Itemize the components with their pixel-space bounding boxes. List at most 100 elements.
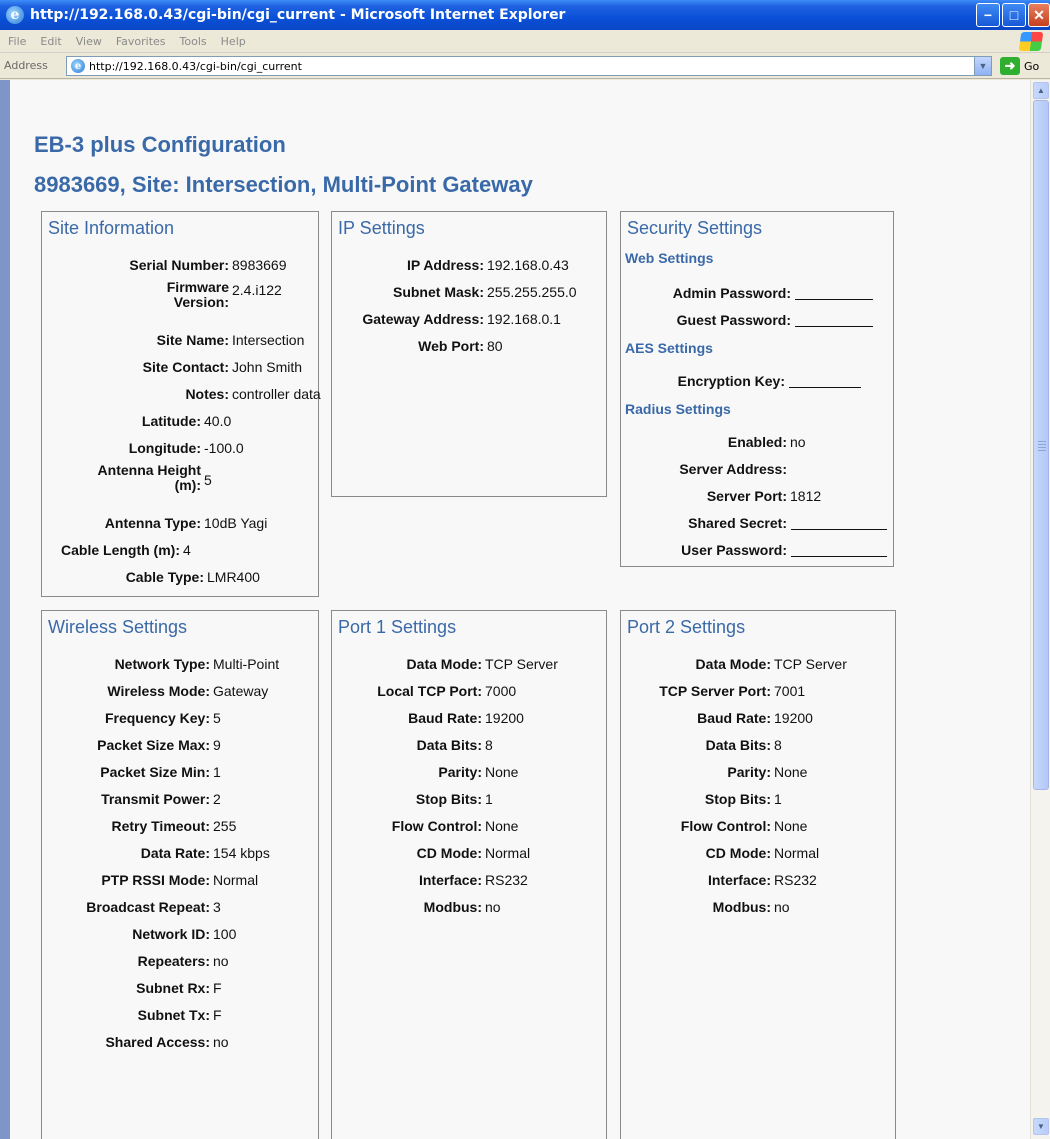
page-icon: e: [71, 59, 85, 73]
address-bar: Address e ▼ ➜ Go: [0, 53, 1050, 79]
guest-password-field: [795, 313, 873, 327]
antenna-type-row: Antenna Type: 10dB Yagi: [104, 515, 268, 531]
address-dropdown-icon[interactable]: ▼: [974, 57, 991, 75]
port1-settings-title: Port 1 Settings: [338, 617, 457, 637]
port1-flow-control-row: Flow Control: None: [391, 818, 519, 834]
go-label: Go: [1024, 59, 1040, 73]
site-information-title: Site Information: [48, 218, 175, 238]
address-label: Address: [4, 59, 48, 72]
go-button[interactable]: ➜ Go: [1000, 57, 1039, 75]
port2-baud-rate-row: Baud Rate: 19200: [697, 710, 813, 726]
port2-modbus-row: Modbus: no: [712, 899, 790, 915]
wireless-settings-title: Wireless Settings: [48, 617, 188, 637]
port2-interface-row: Interface: RS232: [707, 872, 817, 888]
go-arrow-icon: ➜: [1000, 57, 1020, 75]
port2-settings-panel: Port 2 Settings Data Mode: TCP Server TCP…: [620, 610, 896, 1139]
title-bar: e http://192.168.0.43/cgi-bin/cgi_curren…: [0, 0, 1050, 30]
menu-tools[interactable]: Tools: [180, 35, 207, 48]
radius-enabled-row: Enabled: no: [727, 434, 806, 450]
port1-data-mode-row: Data Mode: TCP Server: [406, 656, 558, 672]
window-title: http://192.168.0.43/cgi-bin/cgi_current …: [30, 7, 566, 23]
page-content: EB-3 plus Configuration 8983669, Site: I…: [10, 80, 1030, 1139]
wireless-mode-row: Wireless Mode: Gateway: [107, 683, 269, 699]
ip-address-row: IP Address: 192.168.0.43: [406, 257, 569, 273]
ip-settings-title: IP Settings: [338, 218, 425, 238]
menu-edit[interactable]: Edit: [40, 35, 61, 48]
menu-help[interactable]: Help: [221, 35, 246, 48]
antenna-height-row: Antenna Height (m): 5: [97, 462, 212, 493]
security-settings-panel: Security Settings Web Settings Admin Pas…: [620, 211, 894, 567]
menu-favorites[interactable]: Favorites: [116, 35, 166, 48]
shared-secret-row: Shared Secret:: [621, 515, 887, 531]
scroll-up-icon[interactable]: ▲: [1033, 82, 1049, 99]
network-type-row: Network Type: Multi-Point: [114, 656, 280, 672]
port1-cd-mode-row: CD Mode: Normal: [416, 845, 531, 861]
latitude-row: Latitude: 40.0: [141, 413, 232, 429]
user-password-field: [791, 543, 887, 557]
cable-type-row: Cable Type: LMR400: [125, 569, 260, 585]
port1-baud-rate-row: Baud Rate: 19200: [408, 710, 524, 726]
port1-parity-row: Parity: None: [438, 764, 519, 780]
network-id-row: Network ID: 100: [132, 926, 237, 942]
web-port-row: Web Port: 80: [418, 338, 503, 354]
port2-stop-bits-row: Stop Bits: 1: [704, 791, 782, 807]
port2-cd-mode-row: CD Mode: Normal: [705, 845, 820, 861]
scroll-down-icon[interactable]: ▼: [1033, 1118, 1049, 1135]
repeaters-row: Repeaters: no: [137, 953, 229, 969]
port2-settings-title: Port 2 Settings: [627, 617, 746, 637]
server-address-row: Server Address:: [679, 461, 787, 477]
address-field[interactable]: e ▼: [66, 56, 992, 76]
port2-parity-row: Parity: None: [727, 764, 808, 780]
port2-data-mode-row: Data Mode: TCP Server: [695, 656, 847, 672]
shared-secret-field: [791, 516, 887, 530]
data-rate-row: Data Rate: 154 kbps: [140, 845, 270, 861]
minimize-button[interactable]: −: [976, 3, 1000, 27]
subnet-rx-row: Subnet Rx: F: [136, 980, 222, 996]
port1-interface-row: Interface: RS232: [418, 872, 528, 888]
admin-password-row: Admin Password:: [621, 285, 873, 301]
frame-border: [0, 80, 10, 1139]
security-settings-title: Security Settings: [627, 218, 763, 238]
menu-bar: File Edit View Favorites Tools Help: [0, 30, 1050, 53]
retry-timeout-row: Retry Timeout: 255: [111, 818, 237, 834]
encryption-key-row: Encryption Key:: [621, 373, 861, 389]
ptp-rssi-mode-row: PTP RSSI Mode: Normal: [101, 872, 259, 888]
radius-settings-heading: Radius Settings: [625, 401, 731, 417]
frequency-key-row: Frequency Key: 5: [104, 710, 221, 726]
port2-flow-control-row: Flow Control: None: [680, 818, 808, 834]
page-title: EB-3 plus Configuration: [34, 132, 286, 157]
gateway-row: Gateway Address: 192.168.0.1: [362, 311, 561, 327]
page-subtitle: 8983669, Site: Intersection, Multi-Point…: [34, 172, 533, 197]
subnet-mask-row: Subnet Mask: 255.255.255.0: [392, 284, 577, 300]
ip-settings-panel: IP Settings IP Address: 192.168.0.43 Subn…: [331, 211, 607, 497]
site-contact-row: Site Contact: John Smith: [142, 359, 303, 375]
port1-stop-bits-row: Stop Bits: 1: [415, 791, 493, 807]
broadcast-repeat-row: Broadcast Repeat: 3: [86, 899, 221, 915]
menu-file[interactable]: File: [8, 35, 26, 48]
server-port-row: Server Port: 1812: [706, 488, 822, 504]
windows-flag-icon: [1018, 32, 1044, 51]
close-button[interactable]: ✕: [1028, 3, 1050, 27]
port1-settings-panel: Port 1 Settings Data Mode: TCP Server Loc…: [331, 610, 607, 1139]
site-name-row: Site Name: Intersection: [156, 332, 305, 348]
window-controls: − □ ✕: [976, 3, 1050, 27]
shared-access-row: Shared Access: no: [105, 1034, 229, 1050]
longitude-row: Longitude: -100.0: [128, 440, 244, 456]
maximize-button[interactable]: □: [1002, 3, 1026, 27]
user-password-row: User Password:: [621, 542, 887, 558]
firmware-row: Firmware Version: 2.4.i122: [166, 279, 282, 310]
vertical-scrollbar[interactable]: ▲ ▼: [1030, 80, 1050, 1139]
subnet-tx-row: Subnet Tx: F: [137, 1007, 222, 1023]
packet-size-min-row: Packet Size Min: 1: [100, 764, 221, 780]
port2-tcp-port-row: TCP Server Port: 7001: [659, 683, 806, 699]
port1-data-bits-row: Data Bits: 8: [416, 737, 493, 753]
encryption-key-field: [789, 374, 861, 388]
scrollbar-thumb[interactable]: [1033, 100, 1049, 790]
port1-tcp-port-row: Local TCP Port: 7000: [377, 683, 517, 699]
port2-data-bits-row: Data Bits: 8: [705, 737, 782, 753]
port1-modbus-row: Modbus: no: [423, 899, 501, 915]
aes-settings-heading: AES Settings: [625, 340, 713, 356]
site-information-panel: Site Information Serial Number: 8983669 F…: [41, 211, 321, 597]
menu-view[interactable]: View: [76, 35, 102, 48]
address-input[interactable]: [89, 59, 969, 73]
